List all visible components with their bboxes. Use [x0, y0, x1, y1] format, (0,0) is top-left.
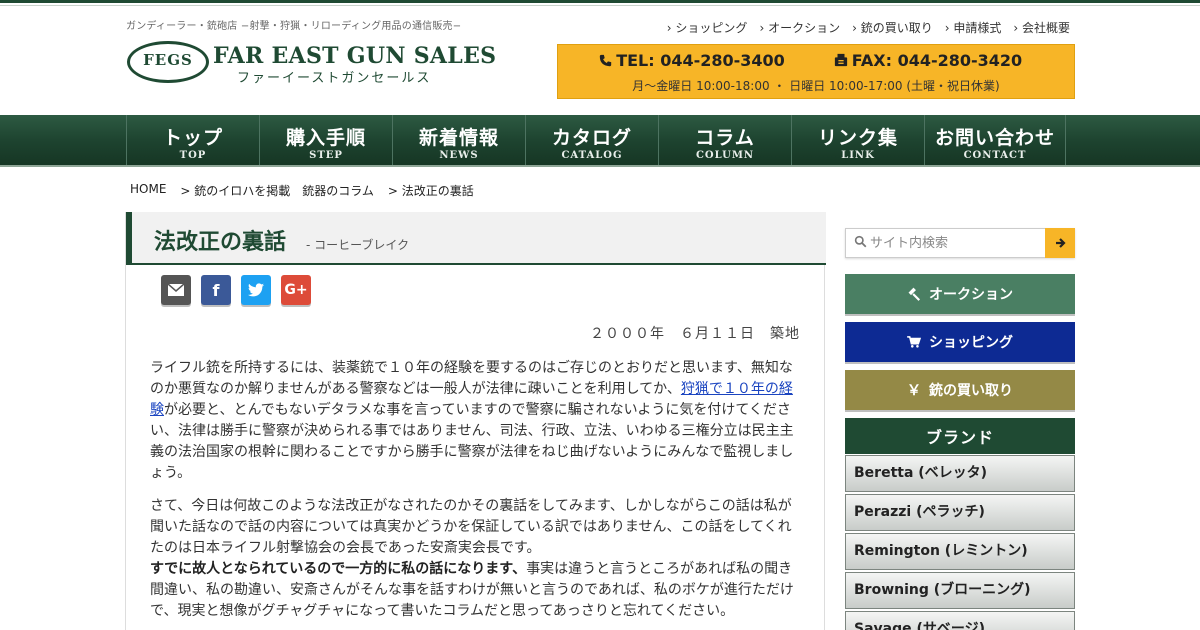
brand-item-savage[interactable]: Savage (サベージ)	[845, 611, 1075, 630]
contact-box: TEL: 044-280-3400 FAX: 044-280-3420 月〜金曜…	[557, 44, 1075, 99]
gnav-news-en: NEWS	[439, 150, 479, 161]
gnav-catalog-en: CATALOG	[561, 150, 623, 161]
business-hours: 月〜金曜日 10:00-18:00 ・ 日曜日 10:00-17:00 (土曜・…	[632, 79, 1000, 93]
gun-buyback-button[interactable]: ￥ 銃の買い取り	[845, 370, 1075, 410]
gnav-column[interactable]: コラム COLUMN	[658, 115, 791, 165]
brand-heading: ブランド	[845, 418, 1075, 454]
gnav-news[interactable]: 新着情報 NEWS	[392, 115, 525, 165]
gnav-news-ja: 新着情報	[418, 127, 499, 149]
article-subtitle: - コーヒーブレイク	[306, 238, 410, 252]
util-link-buyback[interactable]: 銃の買い取り	[852, 19, 933, 36]
gnav-catalog-ja: カタログ	[551, 127, 632, 149]
brand-item-browning[interactable]: Browning (ブローニング)	[845, 572, 1075, 609]
gnav-column-en: COLUMN	[695, 150, 755, 161]
share-google-plus-button[interactable]: G+	[281, 275, 311, 305]
util-link-forms[interactable]: 申請様式	[945, 19, 1001, 36]
envelope-icon	[168, 284, 184, 296]
gnav-top-en: TOP	[179, 150, 207, 161]
contact-phones: TEL: 044-280-3400 FAX: 044-280-3420	[558, 51, 1074, 70]
yen-icon: ￥	[907, 383, 921, 399]
top-accent-line	[0, 0, 1200, 6]
auction-button[interactable]: オークション	[845, 274, 1075, 314]
article-header: 法改正の裏話 - コーヒーブレイク	[126, 212, 826, 265]
util-link-shopping[interactable]: ショッピング	[667, 19, 747, 36]
site-search	[845, 228, 1075, 258]
article: 法改正の裏話 - コーヒーブレイク f G+ ２０００年 ６月１１日 築地 ライ…	[125, 212, 826, 630]
breadcrumb-column[interactable]: > 銃のイロハを掲載 銃器のコラム	[180, 182, 374, 199]
paragraph-text: さて、今日は何故このような法改正がなされたのかその裏話をしてみます、しかしながら…	[150, 498, 792, 556]
search-input[interactable]	[870, 233, 1040, 253]
article-body: ライフル銃を所持するには、装薬銃で１０年の経験を要するのはご存じのとおりだと思い…	[150, 358, 800, 630]
google-plus-icon: G+	[284, 282, 308, 298]
cart-icon	[907, 336, 921, 348]
shopping-button-label: ショッピング	[929, 335, 1013, 351]
brand-list: Beretta (ベレッタ) Perazzi (ペラッチ) Remington …	[845, 455, 1075, 630]
article-paragraph: すでに故人となられているので一方的に私の話になります、事実は違うと言うところがあ…	[150, 559, 800, 622]
gnav-contact-ja: お問い合わせ	[934, 127, 1055, 149]
gnav-contact-en: CONTACT	[963, 150, 1027, 161]
logo-japanese-name: ファーイーストガンセールス	[237, 71, 432, 86]
global-nav: トップ TOP 購入手順 STEP 新着情報 NEWS カタログ CATALOG コラム…	[0, 115, 1200, 167]
article-paragraph: さて、今日は何故このような法改正がなされたのかその裏話をしてみます、しかしながら…	[150, 496, 800, 559]
shopping-button[interactable]: ショッピング	[845, 322, 1075, 362]
article-date: ２０００年 ６月１１日 築地	[590, 326, 800, 342]
arrow-right-icon	[1056, 238, 1066, 248]
search-icon	[854, 235, 867, 248]
breadcrumb: HOME > 銃のイロハを掲載 銃器のコラム > 法改正の裏話	[130, 182, 474, 199]
gnav-step[interactable]: 購入手順 STEP	[259, 115, 392, 165]
gnav-column-ja: コラム	[695, 127, 755, 149]
util-link-auction[interactable]: オークション	[759, 19, 840, 36]
article-paragraph: ライフル銃を所持するには、装薬銃で１０年の経験を要するのはご存じのとおりだと思い…	[150, 358, 800, 484]
twitter-icon	[248, 283, 264, 297]
breadcrumb-home[interactable]: HOME	[130, 182, 166, 199]
search-submit-button[interactable]	[1045, 228, 1075, 258]
gnav-top-ja: トップ	[162, 127, 223, 149]
breadcrumb-current[interactable]: > 法改正の裏話	[388, 182, 474, 199]
gnav-step-en: STEP	[309, 150, 343, 161]
utility-nav: ショッピング オークション 銃の買い取り 申請様式 会社概要	[667, 19, 1070, 36]
share-buttons: f G+	[161, 275, 311, 305]
gun-buyback-button-label: 銃の買い取り	[929, 383, 1013, 399]
tel-number[interactable]: TEL: 044-280-3400	[558, 51, 816, 70]
gnav-contact[interactable]: お問い合わせ CONTACT	[924, 115, 1066, 165]
gnav-top[interactable]: トップ TOP	[126, 115, 259, 165]
gavel-icon	[908, 287, 921, 301]
brand-item-beretta[interactable]: Beretta (ベレッタ)	[845, 455, 1075, 492]
share-twitter-button[interactable]	[241, 275, 271, 305]
gnav-link[interactable]: リンク集 LINK	[791, 115, 924, 165]
site-logo[interactable]: FEGS FAR EAST GUN SALES ファーイーストガンセールス	[127, 39, 496, 87]
gnav-step-ja: 購入手順	[285, 127, 366, 149]
logo-emblem-text: FEGS	[143, 51, 193, 69]
facebook-icon: f	[212, 280, 220, 300]
fax-icon	[834, 53, 847, 67]
paragraph-text: が必要と、とんでもないデタラメな事を言っていますので警察に騙されないように気を付…	[150, 402, 794, 481]
share-mail-button[interactable]	[161, 275, 191, 305]
util-link-company[interactable]: 会社概要	[1013, 19, 1070, 36]
brand-item-remington[interactable]: Remington (レミントン)	[845, 533, 1075, 570]
gnav-link-en: LINK	[841, 150, 875, 161]
gnav-link-ja: リンク集	[817, 127, 898, 149]
gnav-catalog[interactable]: カタログ CATALOG	[525, 115, 658, 165]
fax-text: FAX: 044-280-3420	[851, 51, 1023, 70]
tel-text: TEL: 044-280-3400	[616, 51, 785, 70]
logo-english-name: FAR EAST GUN SALES	[213, 43, 497, 69]
article-title: 法改正の裏話	[154, 230, 287, 255]
paragraph-bold-text: すでに故人となられているので一方的に私の話になります、	[150, 561, 527, 577]
share-facebook-button[interactable]: f	[201, 275, 231, 305]
phone-icon	[600, 54, 612, 67]
auction-button-label: オークション	[929, 287, 1013, 303]
fax-number: FAX: 044-280-3420	[816, 51, 1074, 70]
site-tagline: ガンディーラー・銃砲店 −射撃・狩猟・リローディング用品の通信販売−	[126, 21, 462, 32]
brand-item-perazzi[interactable]: Perazzi (ペラッチ)	[845, 494, 1075, 531]
